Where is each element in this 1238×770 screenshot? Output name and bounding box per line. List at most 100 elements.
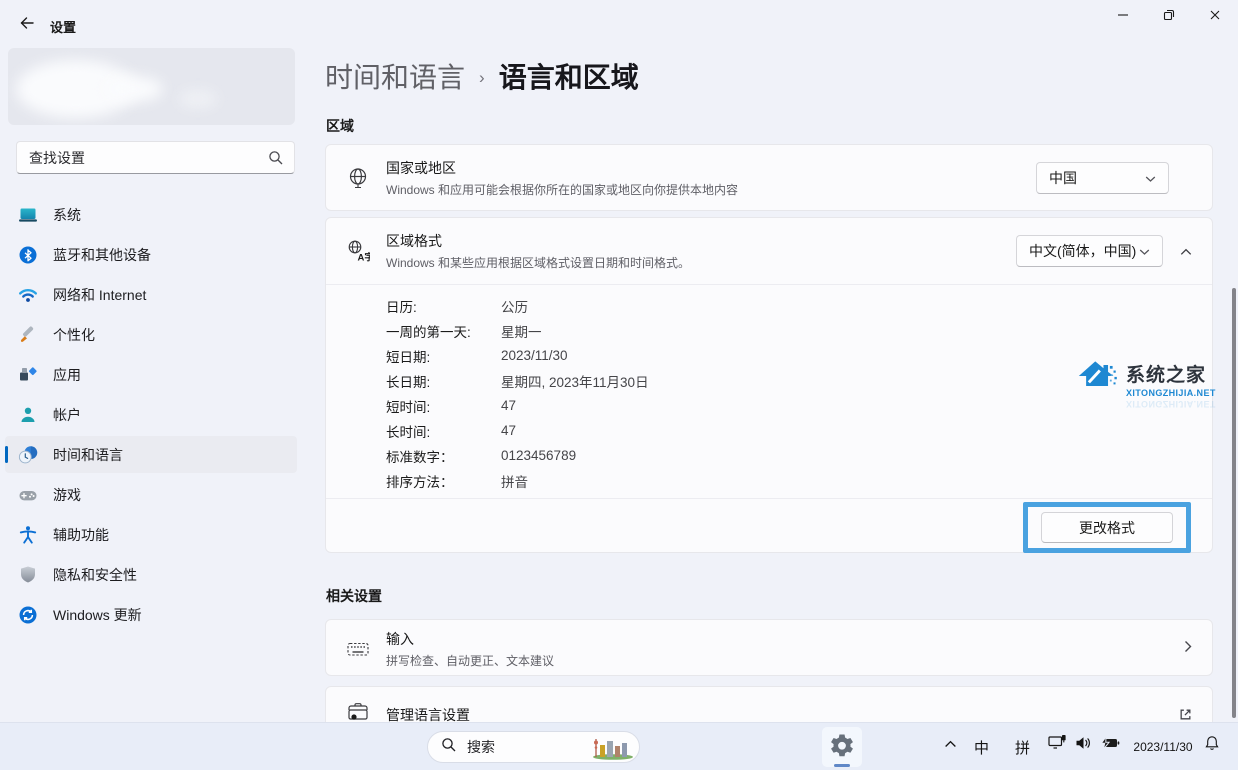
detail-row-first-day: 一周的第一天: 星期一 [386, 318, 649, 343]
selected-accent-bar [5, 446, 8, 463]
search-highlight-skyline-icon [592, 736, 634, 765]
sidebar-item-label: 隐私和安全性 [53, 565, 137, 585]
annotation-highlight-box: 更改格式 [1023, 502, 1191, 553]
settings-app-button-active[interactable] [822, 727, 862, 767]
sidebar-item-time-language[interactable]: 时间和语言 [5, 436, 297, 473]
input-settings-card[interactable]: 输入 拼写检查、自动更正、文本建议 [325, 619, 1213, 676]
detail-value: 2023/11/30 [501, 348, 568, 363]
chevron-right-icon [1184, 640, 1192, 658]
country-region-card: 国家或地区 Windows 和应用可能会根据你所在的国家或地区向你提供本地内容 … [325, 144, 1213, 211]
accessibility-person-icon [18, 525, 38, 545]
globe-icon [346, 166, 370, 190]
ime-mode-indicator[interactable]: 中 [974, 737, 989, 758]
detail-value: 星期一 [501, 321, 542, 341]
detail-label: 一周的第一天: [386, 321, 501, 341]
sidebar-item-accessibility[interactable]: 辅助功能 [5, 516, 297, 553]
search-input[interactable] [17, 142, 294, 173]
change-format-button[interactable]: 更改格式 [1041, 512, 1173, 543]
battery-tray-button[interactable] [1098, 738, 1120, 752]
detail-label: 短时间: [386, 396, 501, 416]
watermark-name: 系统之家 [1126, 360, 1216, 387]
sidebar-item-label: 网络和 Internet [53, 285, 146, 305]
sidebar-item-network-internet[interactable]: 网络和 Internet [5, 276, 297, 313]
network-tray-button[interactable] [1047, 736, 1067, 753]
minimize-button[interactable] [1100, 0, 1146, 34]
keyboard-icon [346, 637, 370, 661]
ime-pinyin-indicator[interactable]: 拼 [1015, 737, 1030, 758]
language-format-icon: A字 [346, 239, 370, 263]
detail-row-standard-digits: 标准数字： 0123456789 [386, 443, 649, 468]
watermark-reflection: XITONGZHIJIA.NET [1077, 399, 1232, 410]
sidebar-item-label: 时间和语言 [53, 445, 123, 465]
sidebar-item-system[interactable]: 系统 [5, 196, 297, 233]
collapse-card-button[interactable] [1174, 240, 1198, 264]
breadcrumb-parent[interactable]: 时间和语言 [325, 56, 465, 96]
format-card-subtitle: Windows 和某些应用根据区域格式设置日期和时间格式。 [386, 254, 690, 271]
watermark: 系统之家 XITONGZHIJIA.NET XITONGZHIJIA.NET [1077, 356, 1232, 410]
restore-button[interactable] [1146, 0, 1192, 34]
search-icon [268, 150, 284, 171]
country-dropdown[interactable]: 中国 [1036, 162, 1169, 194]
sidebar-item-gaming[interactable]: 游戏 [5, 476, 297, 513]
apps-icon [18, 365, 38, 385]
country-card-subtitle: Windows 和应用可能会根据你所在的国家或地区向你提供本地内容 [386, 181, 738, 198]
vertical-scrollbar[interactable] [1232, 288, 1236, 718]
sidebar-item-bluetooth-devices[interactable]: 蓝牙和其他设备 [5, 236, 297, 273]
shield-icon [18, 565, 38, 585]
regional-format-dropdown-value: 中文(简体，中国) [1029, 241, 1136, 261]
language-admin-toolbox-icon [346, 700, 370, 724]
settings-search-box[interactable] [16, 141, 295, 174]
sidebar-item-personalization[interactable]: 个性化 [5, 316, 297, 353]
taskbar-search-label: 搜索 [467, 737, 495, 757]
format-card-title: 区域格式 [386, 231, 690, 251]
detail-value: 拼音 [501, 471, 528, 491]
chevron-down-icon [1145, 170, 1156, 186]
region-section-heading: 区域 [326, 116, 354, 136]
input-card-title: 输入 [386, 629, 554, 649]
detail-value: 0123456789 [501, 448, 576, 463]
detail-value: 47 [501, 423, 516, 438]
detail-value: 公历 [501, 296, 528, 316]
chevron-up-icon [1180, 243, 1192, 261]
settings-window: 设置 系统 [0, 0, 1238, 770]
detail-label: 标准数字： [386, 446, 501, 466]
regional-format-dropdown[interactable]: 中文(简体，中国) [1016, 235, 1163, 267]
sidebar-item-windows-update[interactable]: Windows 更新 [5, 596, 297, 633]
user-account-area-blurred[interactable] [8, 48, 295, 125]
watermark-site: XITONGZHIJIA.NET [1126, 388, 1216, 398]
back-button[interactable] [12, 10, 42, 40]
gamepad-icon [18, 485, 38, 505]
detail-value: 星期四, 2023年11月30日 [501, 371, 649, 391]
chevron-up-icon [944, 736, 957, 754]
input-card-subtitle: 拼写检查、自动更正、文本建议 [386, 652, 554, 669]
speaker-icon [1075, 736, 1092, 755]
notifications-button[interactable] [1203, 736, 1221, 754]
country-dropdown-value: 中国 [1049, 168, 1077, 188]
volume-tray-button[interactable] [1074, 738, 1092, 752]
detail-row-long-time: 长时间: 47 [386, 418, 649, 443]
wifi-icon [18, 285, 38, 305]
detail-row-calendar: 日历: 公历 [386, 293, 649, 318]
sidebar-item-apps[interactable]: 应用 [5, 356, 297, 393]
clock-globe-icon [18, 445, 38, 465]
detail-value: 47 [501, 398, 516, 413]
close-button[interactable] [1192, 0, 1238, 34]
taskbar-search-box[interactable]: 搜索 [427, 731, 640, 763]
gear-icon [830, 733, 854, 762]
battery-charging-icon [1099, 736, 1120, 755]
card-divider [326, 284, 1212, 285]
xitongzhijia-logo-icon [1077, 356, 1119, 401]
sidebar-item-label: 游戏 [53, 485, 81, 505]
bell-icon [1204, 735, 1220, 756]
tray-date[interactable]: 2023/11/30 [1130, 740, 1196, 754]
detail-row-short-time: 短时间: 47 [386, 393, 649, 418]
ethernet-network-icon [1048, 734, 1067, 755]
hidden-icons-button[interactable] [942, 738, 958, 751]
close-icon [1209, 8, 1221, 26]
detail-label: 长时间: [386, 421, 501, 441]
bluetooth-icon [18, 245, 38, 265]
sidebar-item-label: 帐户 [53, 405, 81, 425]
sidebar-item-accounts[interactable]: 帐户 [5, 396, 297, 433]
sidebar-item-privacy-security[interactable]: 隐私和安全性 [5, 556, 297, 593]
detail-row-long-date: 长日期: 星期四, 2023年11月30日 [386, 368, 649, 393]
